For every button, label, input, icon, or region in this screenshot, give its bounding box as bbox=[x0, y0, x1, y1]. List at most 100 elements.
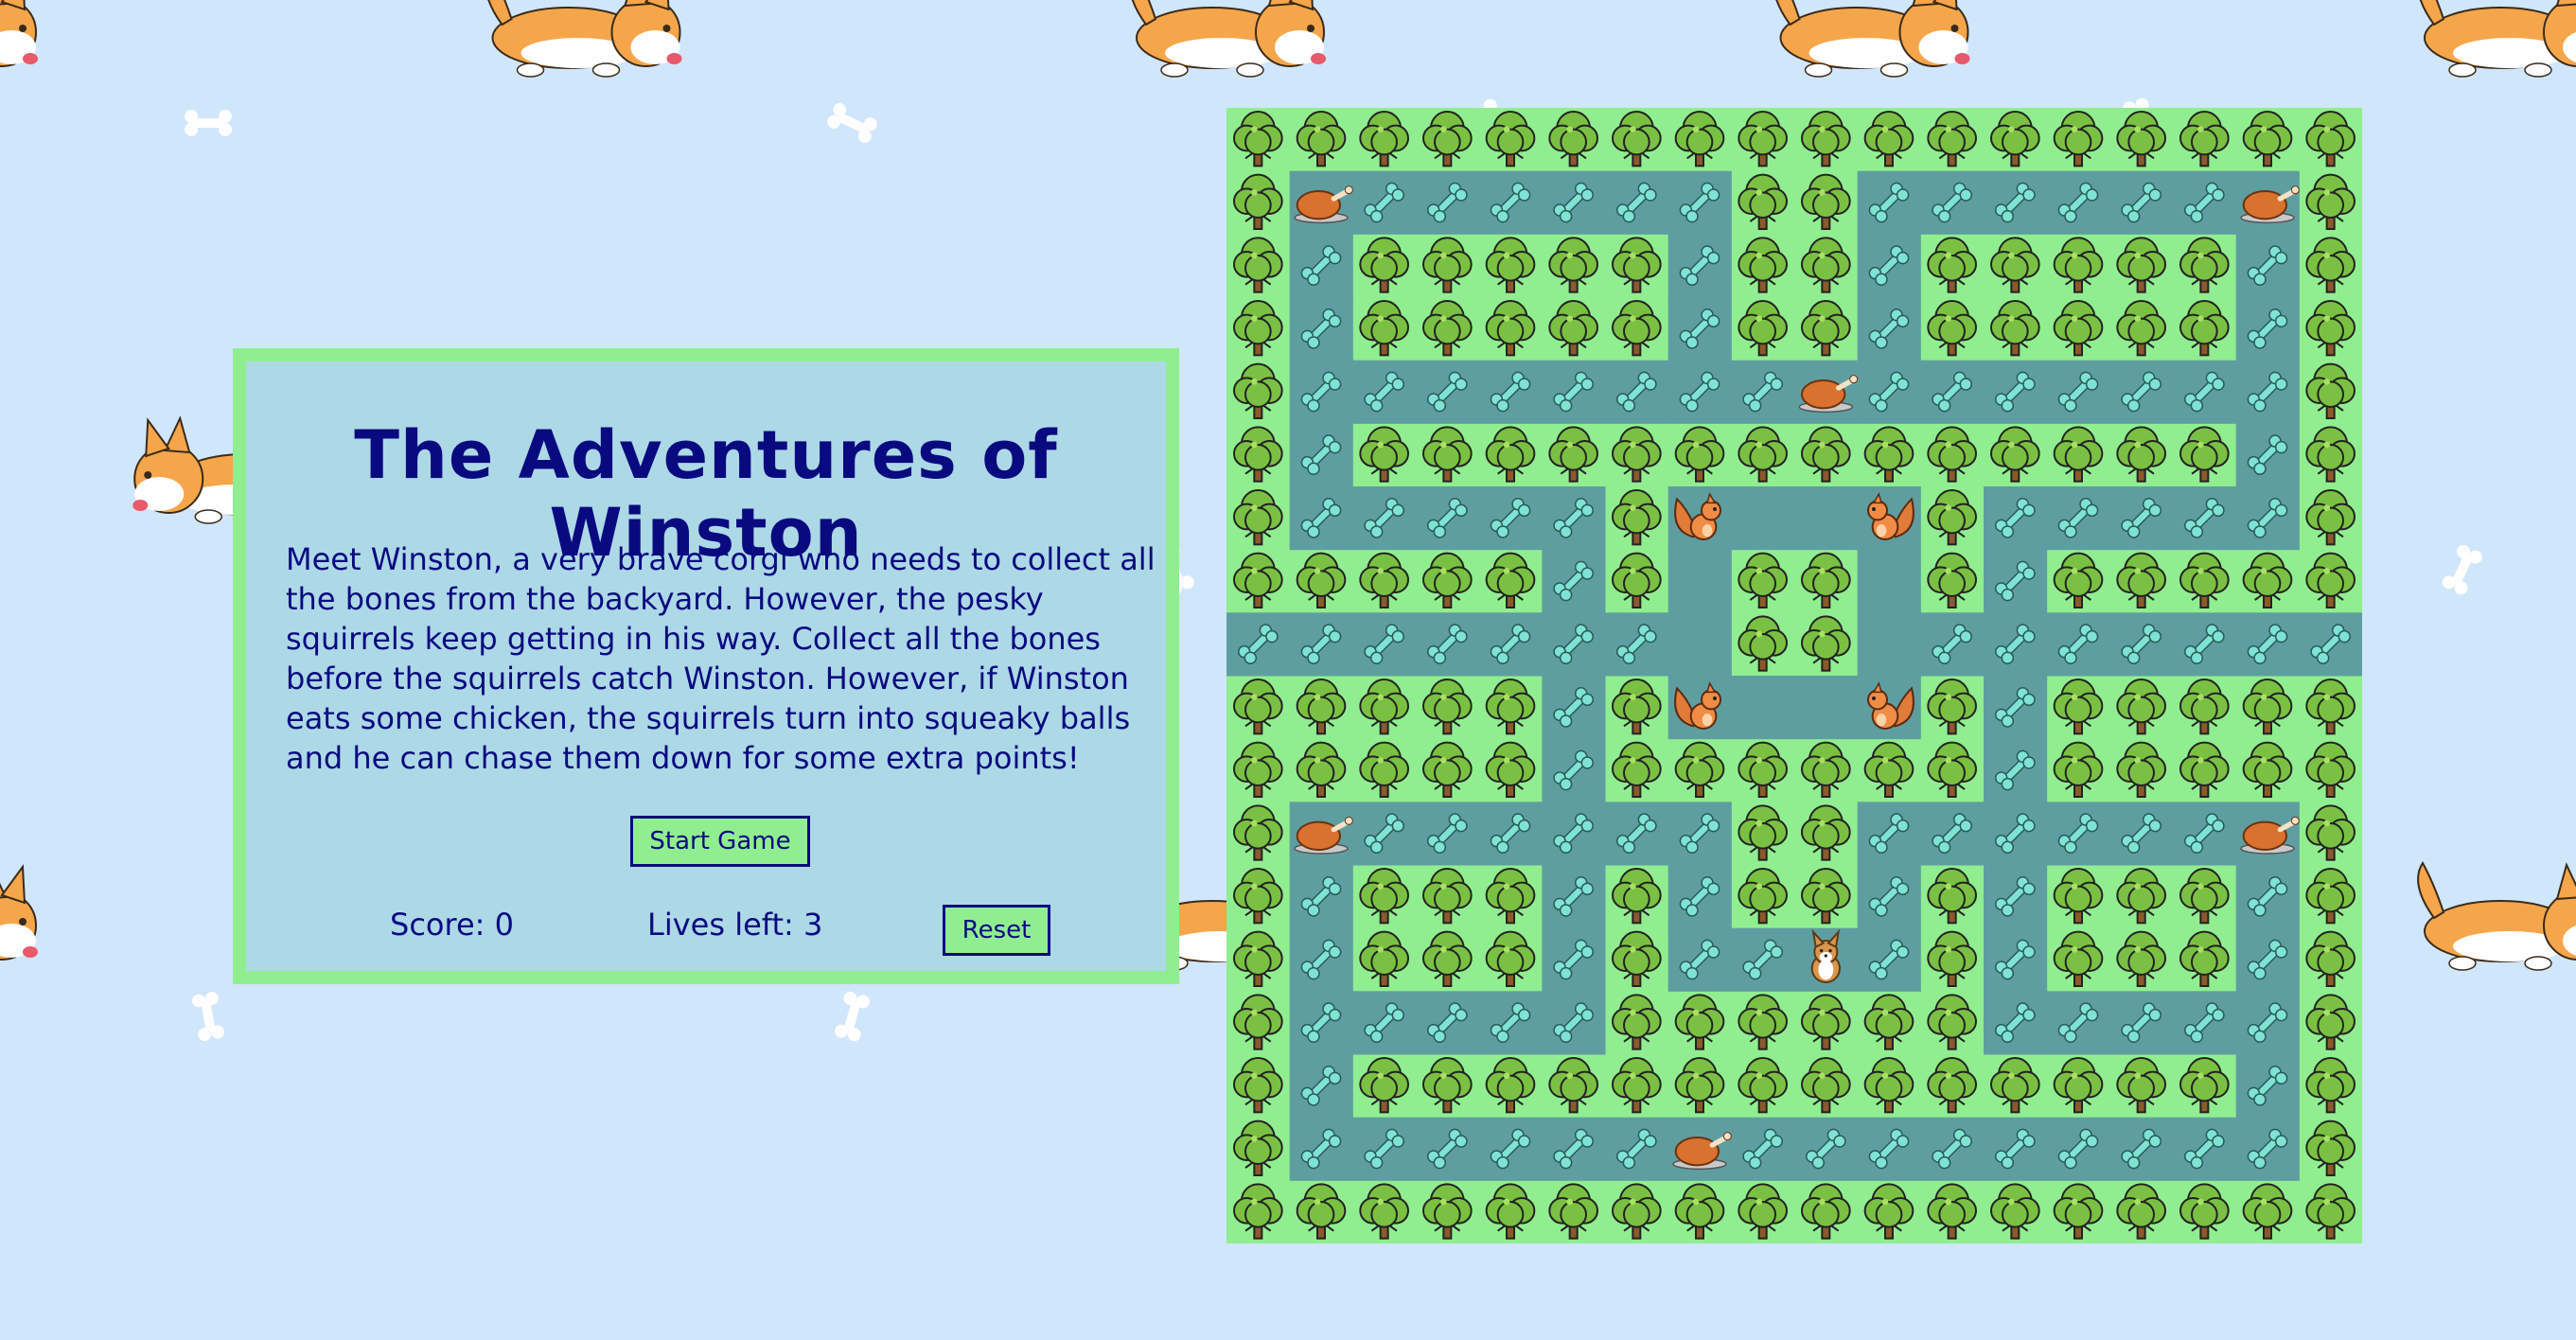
tree-icon bbox=[2305, 237, 2355, 293]
maze-path-cell bbox=[1731, 676, 1795, 740]
tree-icon bbox=[1485, 741, 1536, 798]
tree-icon bbox=[2305, 552, 2355, 608]
maze-board[interactable] bbox=[1226, 108, 2362, 1243]
tree-icon bbox=[1801, 237, 1851, 293]
tree-icon bbox=[1990, 237, 2040, 293]
tree-icon bbox=[1612, 994, 1662, 1050]
tree-icon bbox=[1990, 300, 2040, 357]
tree-icon bbox=[1359, 741, 1410, 798]
tree-icon bbox=[1612, 1183, 1662, 1240]
tree-icon bbox=[1422, 868, 1473, 925]
tree-icon bbox=[1927, 237, 1978, 293]
tree-icon bbox=[1863, 741, 1914, 798]
tree-icon bbox=[1548, 237, 1598, 293]
tree-icon bbox=[2116, 300, 2167, 357]
tree-icon bbox=[1422, 552, 1473, 608]
tree-icon bbox=[1927, 426, 1978, 483]
tree-icon bbox=[1422, 930, 1473, 987]
tree-icon bbox=[1738, 1183, 1789, 1240]
game-description: Meet Winston, a very brave corgi who nee… bbox=[286, 541, 1156, 776]
bone-decoration-icon bbox=[835, 991, 870, 1042]
tree-icon bbox=[1359, 679, 1410, 735]
tree-icon bbox=[1422, 1057, 1473, 1114]
tree-icon bbox=[1548, 426, 1598, 483]
tree-icon bbox=[1359, 300, 1410, 357]
tree-icon bbox=[1233, 300, 1283, 357]
tree-icon bbox=[2305, 1057, 2355, 1114]
tree-icon bbox=[1548, 1057, 1598, 1114]
tree-icon bbox=[1359, 552, 1410, 608]
tree-icon bbox=[1233, 426, 1283, 483]
tree-icon bbox=[1233, 679, 1283, 735]
tree-icon bbox=[1674, 994, 1725, 1050]
tree-icon bbox=[1738, 552, 1789, 608]
tree-icon bbox=[1233, 237, 1283, 293]
tree-icon bbox=[1612, 552, 1662, 608]
tree-icon bbox=[2179, 741, 2230, 798]
tree-icon bbox=[1801, 552, 1851, 608]
tree-icon bbox=[1485, 679, 1536, 735]
tree-icon bbox=[1233, 994, 1283, 1050]
tree-icon bbox=[2305, 426, 2355, 483]
tree-icon bbox=[1801, 741, 1851, 798]
tree-icon bbox=[1485, 300, 1536, 357]
tree-icon bbox=[2116, 426, 2167, 483]
tree-icon bbox=[1738, 994, 1789, 1050]
tree-icon bbox=[2179, 237, 2230, 293]
tree-icon bbox=[2305, 111, 2355, 168]
bone-decoration-icon bbox=[185, 110, 232, 136]
tree-icon bbox=[1548, 1183, 1598, 1240]
tree-icon bbox=[1612, 1057, 1662, 1114]
bone-decoration-icon bbox=[191, 992, 225, 1041]
corgi-decoration-icon bbox=[0, 0, 38, 67]
info-panel: The Adventures of Winston Meet Winston, … bbox=[233, 348, 1179, 984]
tree-icon bbox=[1738, 868, 1789, 925]
bone-decoration-icon bbox=[827, 103, 877, 143]
tree-icon bbox=[2179, 552, 2230, 608]
tree-icon bbox=[1485, 426, 1536, 483]
tree-icon bbox=[2179, 300, 2230, 357]
tree-icon bbox=[1801, 804, 1851, 861]
maze-path-cell bbox=[1794, 676, 1859, 740]
maze-path-cell bbox=[1794, 486, 1859, 551]
tree-icon bbox=[1738, 1057, 1789, 1114]
tree-icon bbox=[1233, 362, 1283, 419]
tree-icon bbox=[1674, 741, 1725, 798]
tree-icon bbox=[1927, 868, 1978, 925]
tree-icon bbox=[2305, 804, 2355, 861]
tree-icon bbox=[2305, 868, 2355, 925]
tree-icon bbox=[2053, 930, 2104, 987]
reset-button[interactable]: Reset bbox=[943, 905, 1050, 956]
tree-icon bbox=[2179, 1183, 2230, 1240]
tree-icon bbox=[2179, 111, 2230, 168]
tree-icon bbox=[1927, 1183, 1978, 1240]
tree-icon bbox=[1233, 173, 1283, 230]
tree-icon bbox=[1422, 426, 1473, 483]
tree-icon bbox=[1296, 741, 1347, 798]
tree-icon bbox=[1233, 804, 1283, 861]
tree-icon bbox=[1674, 111, 1725, 168]
tree-icon bbox=[2116, 552, 2167, 608]
bone-decoration-icon bbox=[2442, 544, 2482, 595]
tree-icon bbox=[1801, 111, 1851, 168]
tree-icon bbox=[2305, 173, 2355, 230]
start-game-button[interactable]: Start Game bbox=[630, 816, 810, 867]
tree-icon bbox=[1801, 1183, 1851, 1240]
tree-icon bbox=[1612, 300, 1662, 357]
tree-icon bbox=[1233, 1057, 1283, 1114]
tree-icon bbox=[1927, 741, 1978, 798]
tree-icon bbox=[1990, 426, 2040, 483]
tree-icon bbox=[1485, 1057, 1536, 1114]
tree-icon bbox=[1485, 237, 1536, 293]
tree-icon bbox=[1296, 679, 1347, 735]
tree-icon bbox=[2305, 300, 2355, 357]
tree-icon bbox=[1296, 1183, 1347, 1240]
tree-icon bbox=[1612, 868, 1662, 925]
tree-icon bbox=[2116, 741, 2167, 798]
tree-icon bbox=[1359, 930, 1410, 987]
tree-icon bbox=[1801, 300, 1851, 357]
tree-icon bbox=[1548, 300, 1598, 357]
tree-icon bbox=[1927, 1057, 1978, 1114]
tree-icon bbox=[1233, 1120, 1283, 1176]
tree-icon bbox=[2053, 868, 2104, 925]
